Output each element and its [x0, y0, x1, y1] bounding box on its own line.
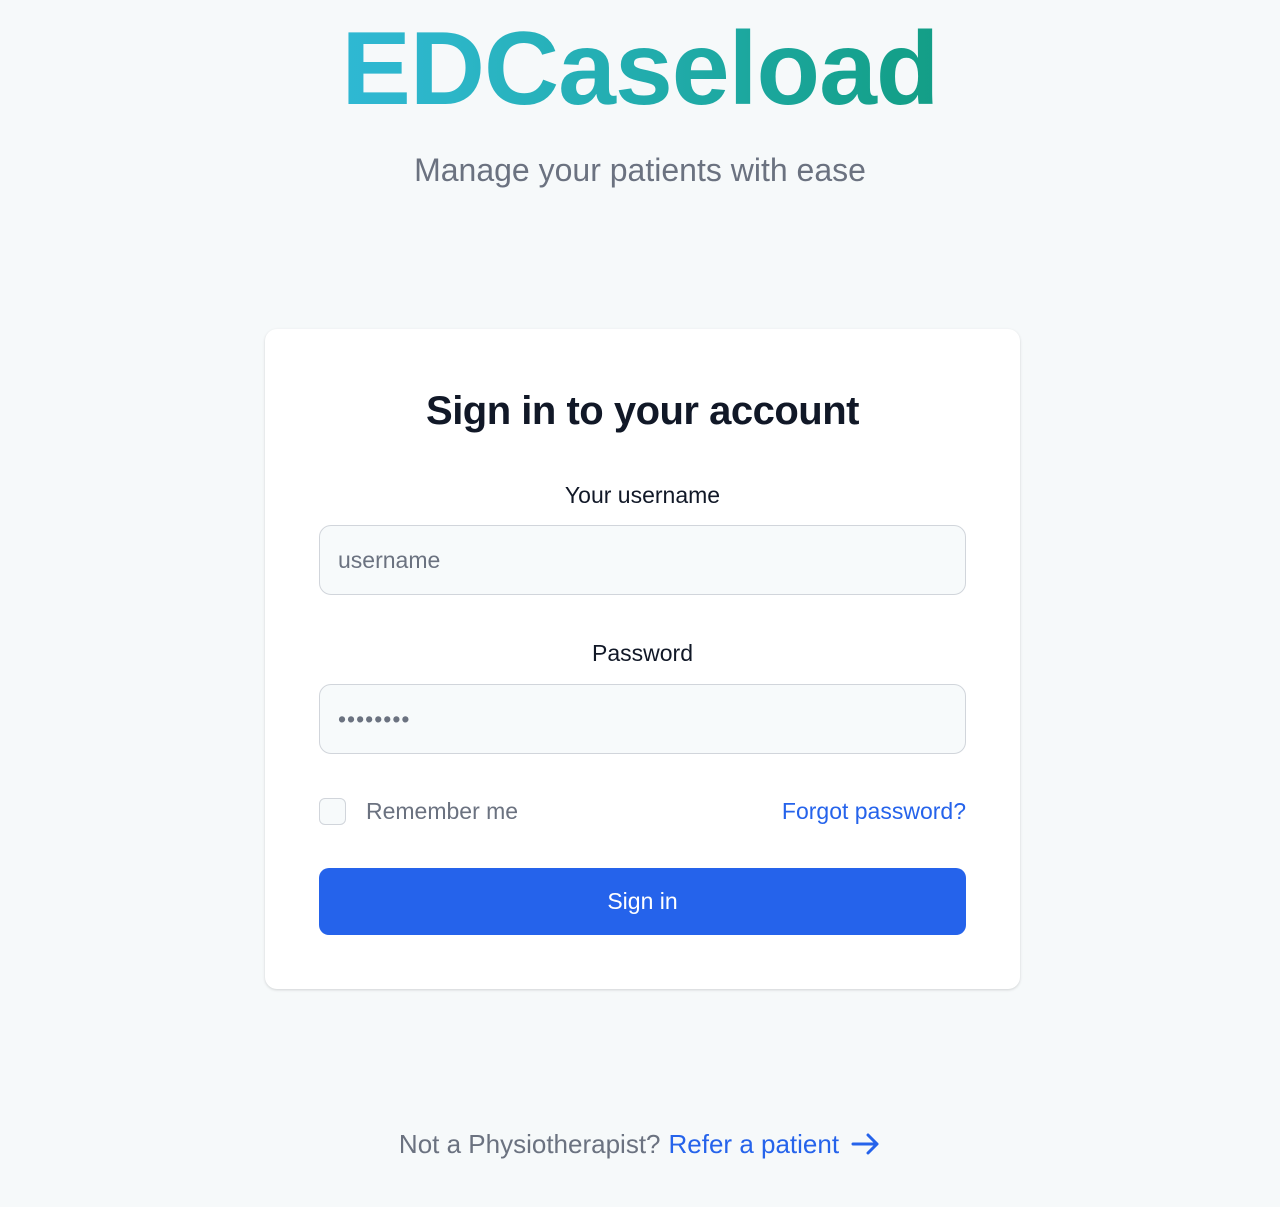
referral-footer: Not a Physiotherapist? Refer a patient: [0, 1126, 1280, 1162]
password-label: Password: [592, 640, 693, 666]
sign-in-button[interactable]: Sign in: [319, 868, 966, 935]
brand-tagline: Manage your patients with ease: [414, 152, 866, 188]
username-label: Your username: [564, 482, 721, 508]
remember-me-checkbox[interactable]: [319, 797, 346, 825]
remember-me: Remember me: [319, 797, 518, 825]
login-card: Sign in to your account Your username Pa…: [265, 329, 1020, 989]
brand-logo: EDCaseload: [0, 14, 1280, 124]
forgot-password-link[interactable]: Forgot password?: [782, 797, 966, 825]
username-input[interactable]: [319, 525, 966, 595]
refer-patient-label: Refer a patient: [668, 1129, 840, 1159]
referral-prompt: Not a Physiotherapist?: [398, 1129, 661, 1159]
refer-patient-link[interactable]: Refer a patient: [669, 1126, 882, 1162]
arrow-right-icon: [851, 1133, 879, 1155]
login-page: EDCaseload Manage your patients with eas…: [0, 0, 1280, 1207]
remember-me-label[interactable]: Remember me: [366, 797, 518, 825]
login-title: Sign in to your account: [426, 389, 859, 433]
password-input[interactable]: [319, 684, 966, 754]
